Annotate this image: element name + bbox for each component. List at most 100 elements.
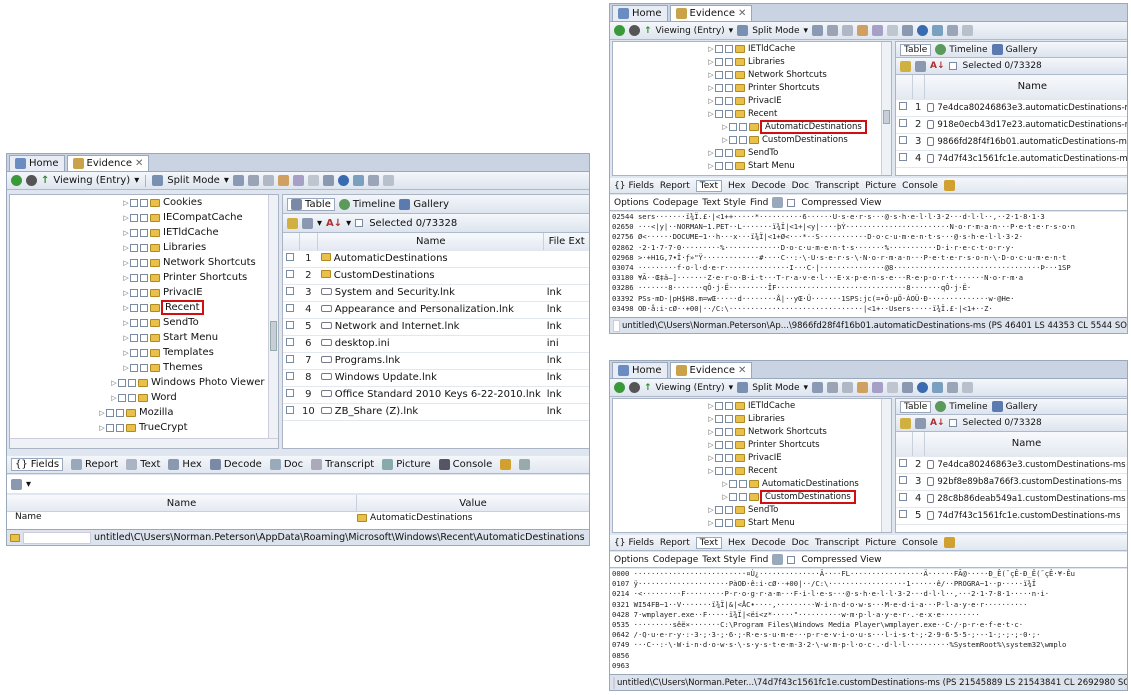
tree-checkbox[interactable] [725, 453, 733, 462]
tree-item[interactable]: ▷ Printer Shortcuts [10, 270, 278, 285]
up-arrow-icon[interactable]: ↑ [41, 175, 49, 186]
expand-icon[interactable]: ▷ [98, 409, 106, 417]
table-row[interactable]: 4 Appearance and Personalization.lnk lnk [283, 301, 589, 319]
expand-icon[interactable]: ▷ [122, 349, 130, 357]
expand-icon[interactable]: ▷ [110, 394, 118, 402]
back-icon[interactable] [11, 175, 22, 186]
expand-icon[interactable]: ▷ [122, 244, 130, 252]
lock-icon[interactable] [943, 537, 955, 548]
tree-checkbox[interactable] [725, 401, 733, 410]
table-row[interactable]: 3 9866fd28f4f16b01.automaticDestinations-… [896, 133, 1127, 151]
tab-gallery[interactable]: Gallery [991, 44, 1038, 55]
col-file-ext-header[interactable]: File Ext [543, 233, 589, 251]
hand-icon[interactable] [277, 175, 289, 186]
tree-item[interactable]: ▷ Printer Shortcuts [613, 438, 891, 451]
tree-item[interactable]: ▷ CustomDestinations [613, 489, 891, 504]
tab-console[interactable]: Console [902, 538, 938, 548]
codepage-button[interactable]: Codepage [653, 198, 699, 208]
expand-icon[interactable]: ▷ [707, 84, 715, 92]
marker-icon[interactable] [872, 25, 884, 36]
viewing-dropdown[interactable]: Viewing (Entry) [656, 383, 725, 393]
expand-icon[interactable]: ▷ [707, 506, 715, 514]
tree-checkbox[interactable] [725, 505, 733, 514]
columns-icon[interactable] [915, 60, 926, 72]
back-icon[interactable] [614, 382, 625, 393]
search-icon[interactable] [962, 25, 974, 36]
tree-item[interactable]: ▷ AutomaticDestinations [613, 477, 891, 490]
forward-icon[interactable] [629, 382, 640, 393]
tree-checkbox[interactable] [729, 135, 737, 144]
row-checkbox[interactable] [286, 287, 294, 295]
tree-checkbox[interactable] [140, 348, 148, 357]
tree-checkbox[interactable] [140, 273, 148, 282]
tab-decode[interactable]: Decode [751, 181, 785, 191]
filter-icon[interactable] [827, 382, 839, 393]
tree-item[interactable]: ▷ Cookies [10, 195, 278, 210]
close-icon[interactable]: ✕ [135, 158, 143, 169]
tree-checkbox[interactable] [130, 348, 138, 357]
viewing-dropdown[interactable]: Viewing (Entry) [656, 26, 725, 36]
expand-icon[interactable]: ▷ [122, 199, 130, 207]
tree-checkbox[interactable] [715, 440, 723, 449]
tree-item[interactable]: ▷ CustomDestinations [613, 133, 891, 146]
list-options-icon[interactable] [812, 382, 824, 393]
row-checkbox-cell[interactable] [896, 99, 912, 117]
tab-transcript[interactable]: Transcript [815, 181, 859, 191]
text-view[interactable]: 02544 sers·······ï¾Ï.£·|<1++·····*······… [610, 212, 1127, 318]
filter-icon[interactable] [247, 175, 259, 186]
tree-item[interactable]: ▷ Libraries [10, 240, 278, 255]
tab-transcript[interactable]: Transcript [311, 459, 374, 470]
expand-icon[interactable]: ▷ [707, 97, 715, 105]
select-all-checkbox[interactable] [948, 419, 957, 427]
tree-checkbox[interactable] [116, 423, 124, 432]
tab-evidence[interactable]: Evidence ✕ [66, 155, 150, 171]
col-name-header[interactable]: Name [317, 233, 545, 251]
find-button[interactable]: Find [750, 198, 768, 208]
tree-checkbox[interactable] [140, 213, 148, 222]
tab-text[interactable]: Text [695, 179, 722, 192]
pin-icon[interactable] [287, 217, 298, 229]
marker-icon[interactable] [872, 382, 884, 393]
tab-home[interactable]: Home [9, 155, 65, 171]
tree-checkbox[interactable] [130, 303, 138, 312]
tree-checkbox[interactable] [715, 57, 723, 66]
tree-checkbox[interactable] [140, 333, 148, 342]
tree-item[interactable]: ▷ TrueCrypt [10, 420, 278, 435]
tree-checkbox[interactable] [140, 363, 148, 372]
tree-checkbox[interactable] [725, 161, 733, 170]
table-row[interactable]: 8 Windows Update.lnk lnk [283, 369, 589, 387]
export-icon[interactable] [322, 175, 334, 186]
tree-pane[interactable]: ▷ IETldCache ▷ Libraries ▷ Network Shortcuts ▷… [612, 41, 892, 176]
tree-checkbox[interactable] [725, 109, 733, 118]
row-checkbox[interactable] [286, 338, 294, 346]
row-checkbox[interactable] [899, 119, 907, 127]
tab-home[interactable]: Home [612, 362, 668, 378]
tree-checkbox[interactable] [729, 122, 737, 131]
tree-checkbox[interactable] [128, 393, 136, 402]
tag-icon[interactable] [842, 382, 854, 393]
tab-fields[interactable]: {} Fields [614, 538, 654, 548]
tab-decode[interactable]: Decode [209, 459, 262, 470]
codepage-button[interactable]: Codepage [653, 555, 699, 565]
tree-checkbox[interactable] [715, 518, 723, 527]
tree-checkbox[interactable] [106, 408, 114, 417]
tree-checkbox[interactable] [130, 198, 138, 207]
row-checkbox[interactable] [286, 270, 294, 278]
expand-icon[interactable]: ▷ [721, 136, 729, 144]
export-icon[interactable] [902, 382, 914, 393]
tree-checkbox[interactable] [715, 427, 723, 436]
vertical-scrollbar[interactable] [268, 195, 278, 448]
tree-icon[interactable] [352, 175, 364, 186]
table-row[interactable]: 4 74d7f43c1561fc1e.automaticDestinations-… [896, 150, 1127, 168]
tree-checkbox[interactable] [116, 408, 124, 417]
expand-icon[interactable]: ▷ [122, 334, 130, 342]
tree-item[interactable]: ▷ IECompatCache [10, 210, 278, 225]
tree-checkbox[interactable] [715, 466, 723, 475]
sort-az-icon[interactable]: A↓ [930, 418, 945, 428]
expand-icon[interactable]: ▷ [707, 45, 715, 53]
row-checkbox-cell[interactable] [896, 456, 912, 474]
tree-checkbox[interactable] [739, 479, 747, 488]
table-row[interactable]: 10 ZB_Share (Z).lnk lnk [283, 403, 589, 421]
table-row[interactable]: 2 CustomDestinations [283, 267, 589, 285]
tree-checkbox[interactable] [715, 83, 723, 92]
